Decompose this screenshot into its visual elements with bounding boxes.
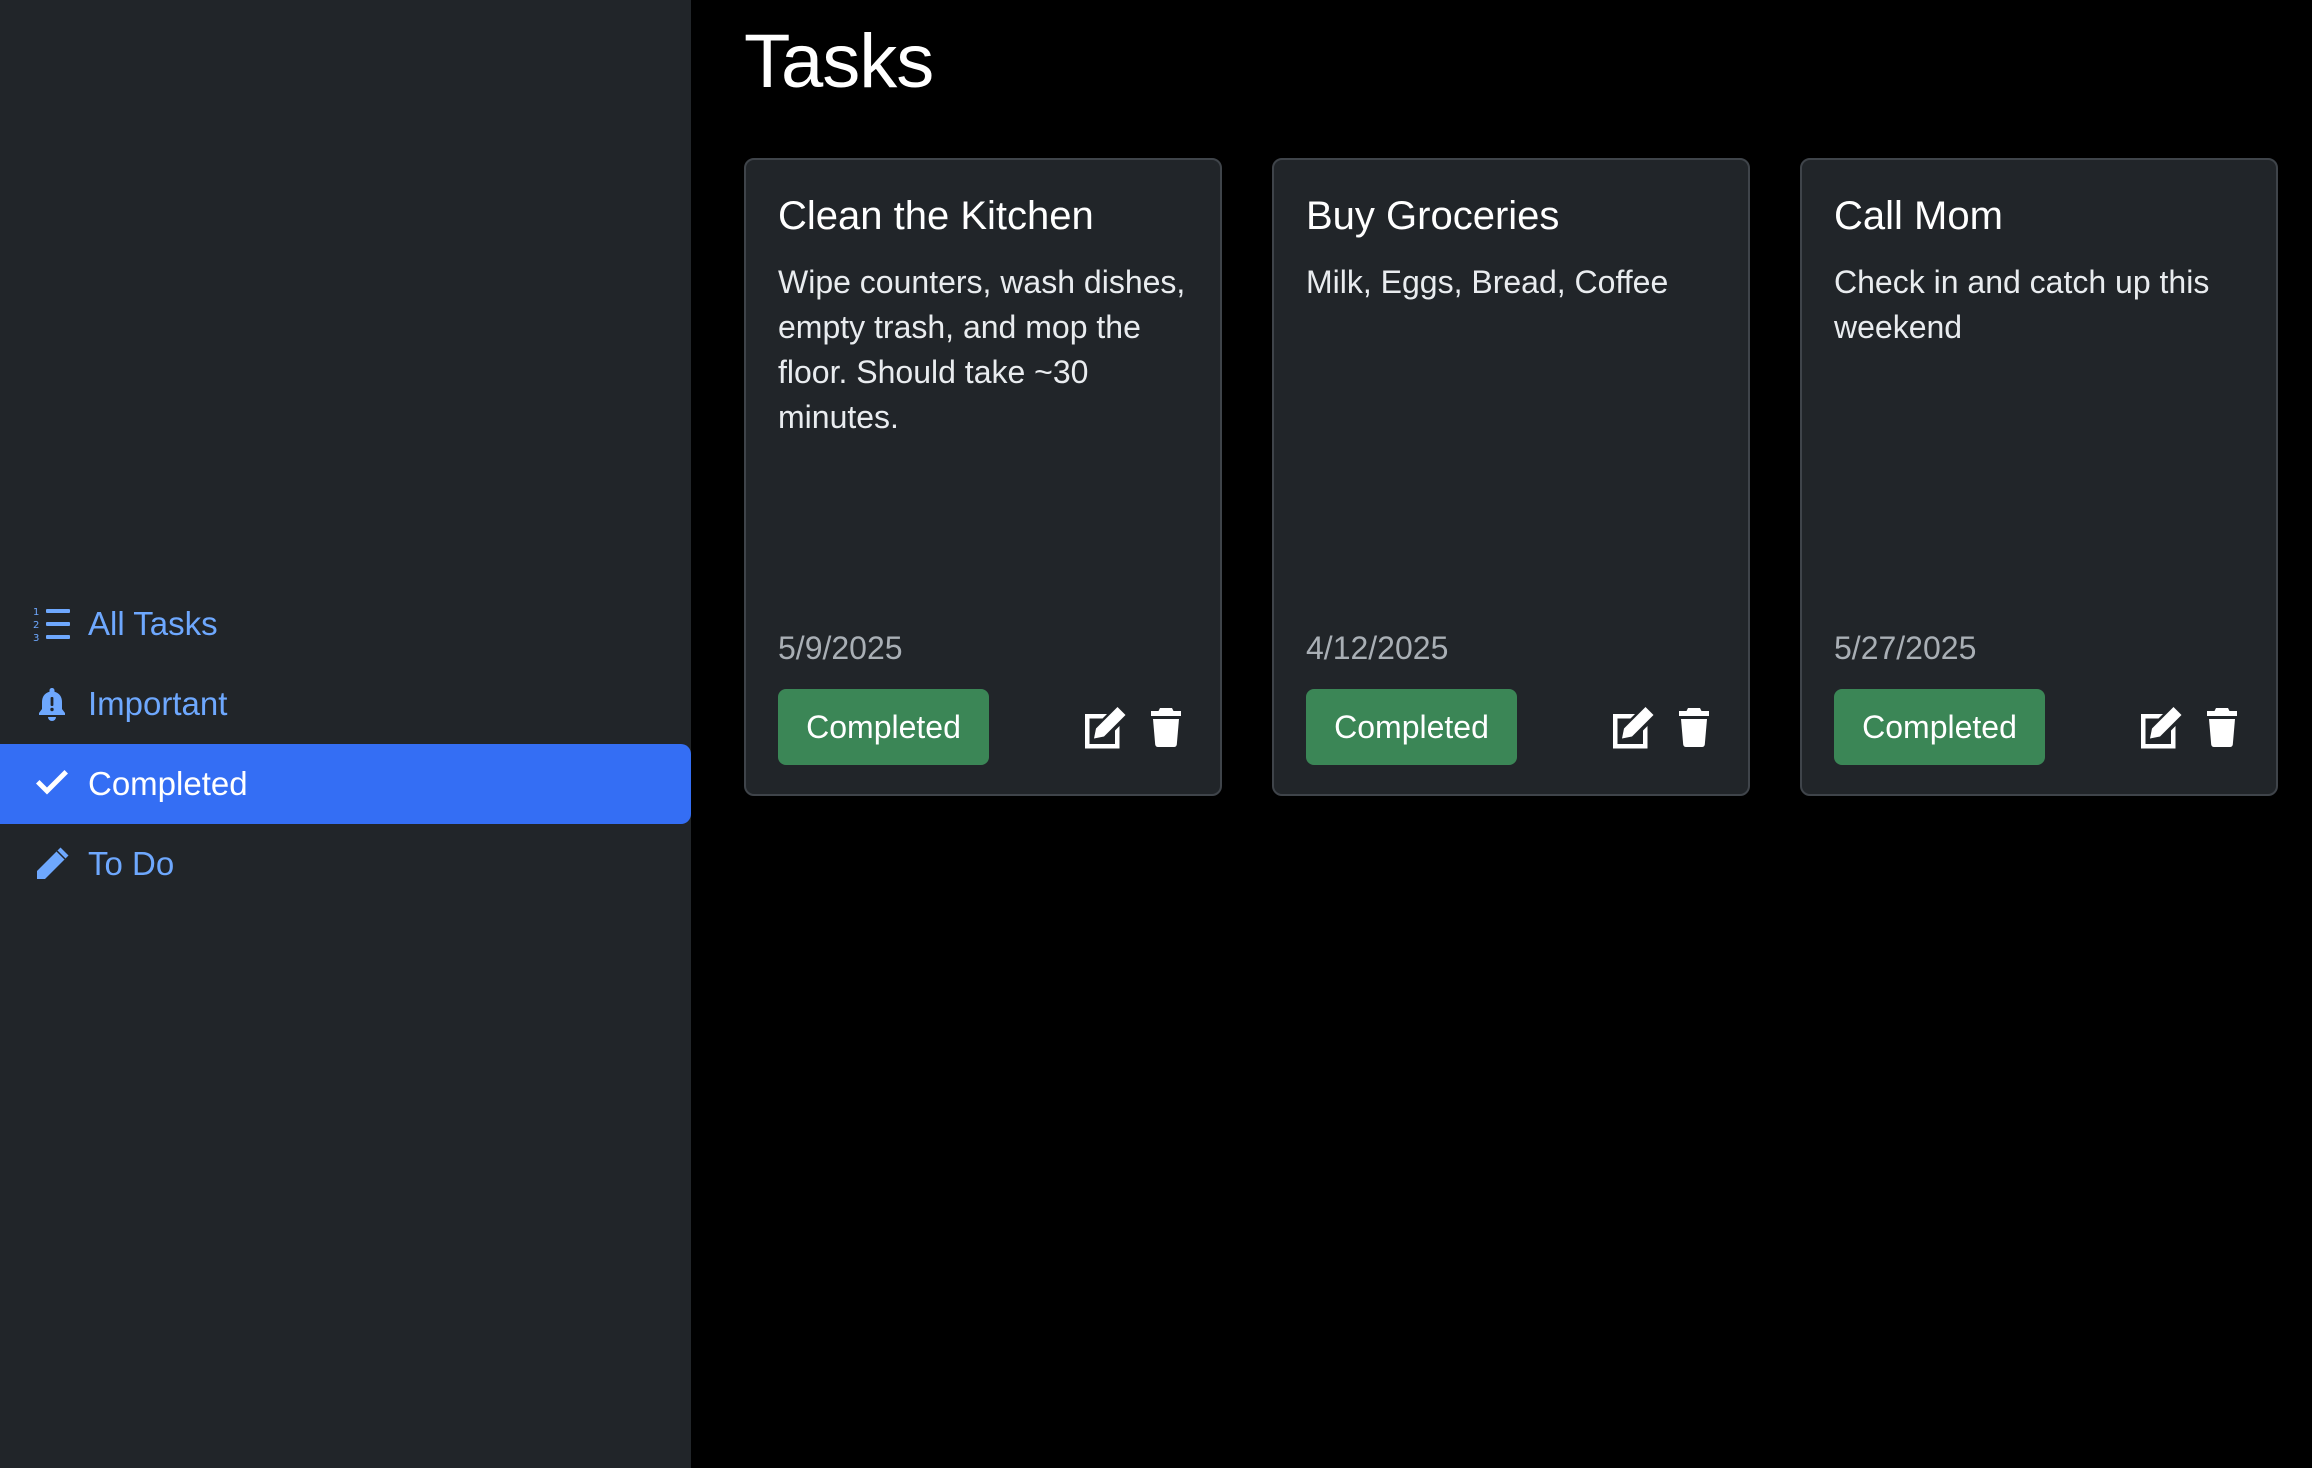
task-description: Milk, Eggs, Bread, Coffee bbox=[1306, 264, 1669, 300]
sidebar-item-to-do[interactable]: To Do bbox=[0, 824, 691, 904]
sidebar-item-completed[interactable]: Completed bbox=[0, 744, 691, 824]
list-ol-icon: 1 2 3 bbox=[30, 602, 74, 646]
status-completed-button[interactable]: Completed bbox=[1834, 689, 2045, 765]
task-card: Clean the Kitchen Wipe counters, wash di… bbox=[744, 158, 1222, 796]
task-card: Buy Groceries Milk, Eggs, Bread, Coffee … bbox=[1272, 158, 1750, 796]
trash-icon[interactable] bbox=[1148, 701, 1184, 753]
svg-text:1: 1 bbox=[33, 607, 39, 618]
status-completed-button[interactable]: Completed bbox=[778, 689, 989, 765]
main-content: Tasks Clean the Kitchen Wipe counters, w… bbox=[691, 0, 2312, 1468]
page-title: Tasks bbox=[744, 19, 934, 104]
edit-icon[interactable] bbox=[1078, 701, 1130, 753]
sidebar-item-important[interactable]: Important bbox=[0, 664, 691, 744]
task-card-grid: Clean the Kitchen Wipe counters, wash di… bbox=[744, 158, 2278, 796]
task-description: Check in and catch up this weekend bbox=[1834, 264, 2210, 345]
sidebar-item-label: Important bbox=[88, 685, 228, 722]
trash-icon[interactable] bbox=[2204, 701, 2240, 753]
task-card: Call Mom Check in and catch up this week… bbox=[1800, 158, 2278, 796]
trash-icon[interactable] bbox=[1676, 701, 1712, 753]
task-title: Buy Groceries bbox=[1306, 194, 1560, 238]
check-icon bbox=[30, 762, 74, 806]
status-completed-button[interactable]: Completed bbox=[1306, 689, 1517, 765]
svg-text:2: 2 bbox=[33, 620, 39, 631]
sidebar: 1 2 3 All Tasks Important Completed To D… bbox=[0, 0, 691, 1468]
sidebar-item-label: Completed bbox=[88, 765, 248, 802]
sidebar-nav: 1 2 3 All Tasks Important Completed To D… bbox=[0, 584, 691, 904]
edit-icon[interactable] bbox=[1606, 701, 1658, 753]
task-description: Wipe counters, wash dishes, empty trash,… bbox=[778, 264, 1186, 435]
app: 1 2 3 All Tasks Important Completed To D… bbox=[0, 0, 2312, 1468]
task-title: Call Mom bbox=[1834, 194, 2003, 238]
edit-icon[interactable] bbox=[2134, 701, 2186, 753]
svg-text:3: 3 bbox=[33, 633, 39, 644]
sidebar-item-label: All Tasks bbox=[88, 605, 218, 642]
sidebar-item-label: To Do bbox=[88, 845, 175, 882]
bell-exclamation-icon bbox=[30, 682, 74, 726]
task-date: 4/12/2025 bbox=[1306, 630, 1449, 666]
task-title: Clean the Kitchen bbox=[778, 194, 1094, 238]
task-date: 5/27/2025 bbox=[1834, 630, 1977, 666]
pencil-icon bbox=[30, 842, 74, 886]
sidebar-item-all-tasks[interactable]: 1 2 3 All Tasks bbox=[0, 584, 691, 664]
task-date: 5/9/2025 bbox=[778, 630, 903, 666]
